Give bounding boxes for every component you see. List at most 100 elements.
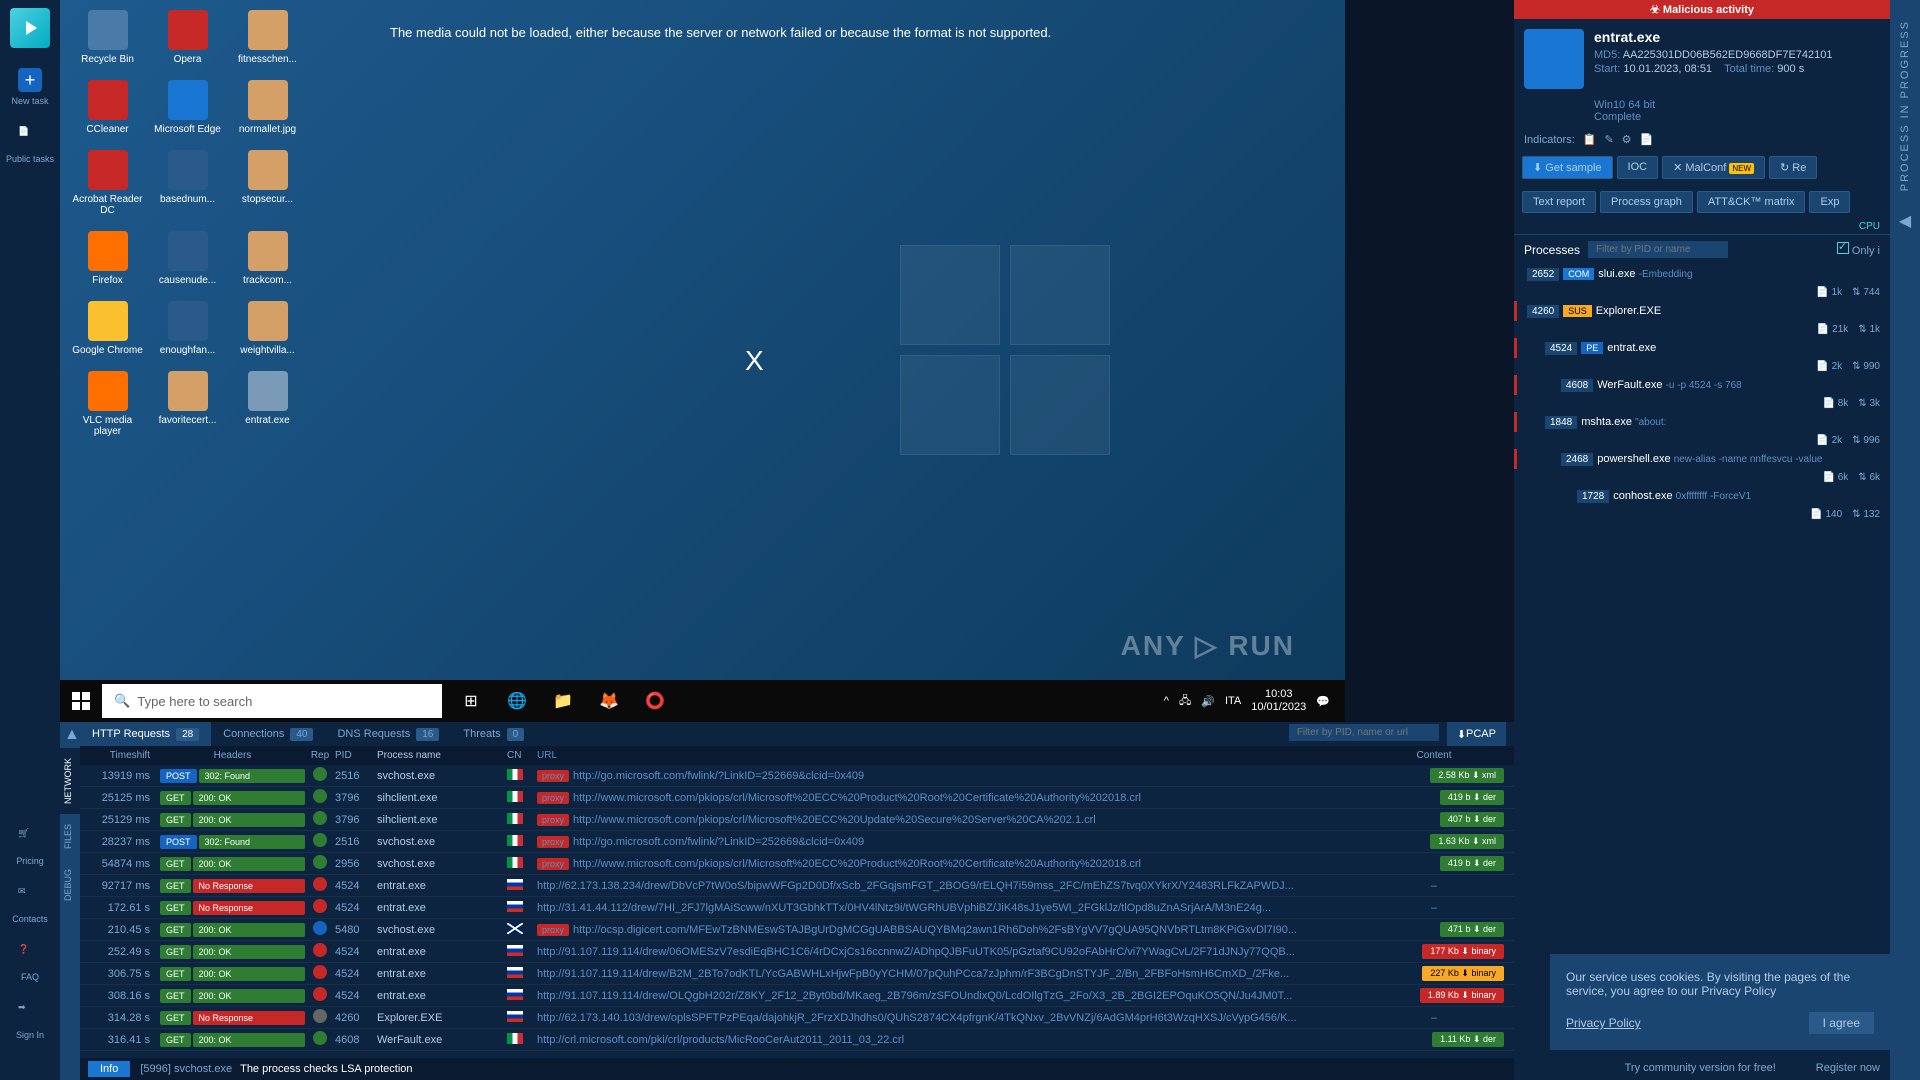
connections-tab[interactable]: Connections40: [211, 722, 325, 746]
text-report-button[interactable]: Text report: [1522, 191, 1596, 213]
process-filter-input[interactable]: [1588, 241, 1728, 258]
info-button[interactable]: Info: [88, 1061, 130, 1077]
process-node[interactable]: 4260SUSExplorer.EXE: [1514, 301, 1890, 321]
process-node[interactable]: 2652COMslui.exe -Embedding: [1514, 264, 1890, 284]
cookie-agree-button[interactable]: I agree: [1809, 1012, 1874, 1034]
close-overlay-button[interactable]: X: [745, 345, 764, 377]
files-side-tab[interactable]: FILES: [60, 814, 80, 859]
col-headers[interactable]: Headers: [214, 750, 252, 761]
col-url[interactable]: URL: [537, 750, 1364, 761]
http-request-row[interactable]: 54874 ms GET 200: OK 2956 svchost.exe pr…: [80, 853, 1514, 875]
start-button[interactable]: [60, 680, 102, 722]
privacy-policy-link[interactable]: Privacy Policy: [1566, 1016, 1641, 1030]
desktop-icon[interactable]: causenude...: [150, 231, 225, 286]
cell-headers: GET 200: OK: [160, 967, 305, 981]
desktop-icon[interactable]: favoritecert...: [150, 371, 225, 437]
tray-clock[interactable]: 10:03 10/01/2023: [1251, 688, 1306, 714]
register-link[interactable]: Register now: [1816, 1062, 1880, 1074]
tray-network-icon[interactable]: 🖧: [1179, 692, 1191, 711]
col-country[interactable]: CN: [507, 750, 537, 761]
http-request-row[interactable]: 28237 ms POST 302: Found 2516 svchost.ex…: [80, 831, 1514, 853]
desktop-icon[interactable]: stopsecur...: [230, 150, 305, 216]
tray-language[interactable]: ITA: [1225, 695, 1241, 707]
http-request-row[interactable]: 25129 ms GET 200: OK 3796 sihclient.exe …: [80, 809, 1514, 831]
process-node[interactable]: 4524PEentrat.exe: [1514, 338, 1890, 358]
desktop-icon[interactable]: Acrobat Reader DC: [70, 150, 145, 216]
desktop-icon[interactable]: CCleaner: [70, 80, 145, 135]
clock-time: 10:03: [1251, 688, 1306, 701]
dns-requests-tab[interactable]: DNS Requests16: [325, 722, 451, 746]
http-requests-tab[interactable]: HTTP Requests28: [80, 722, 211, 746]
restart-button[interactable]: ↻ Re: [1769, 156, 1817, 179]
collapse-up-icon[interactable]: ▲: [60, 722, 80, 748]
desktop-icon[interactable]: Recycle Bin: [70, 10, 145, 65]
http-request-row[interactable]: 92717 ms GET No Response 4524 entrat.exe…: [80, 875, 1514, 897]
firefox-icon[interactable]: 🦊: [590, 682, 628, 720]
process-node[interactable]: 2468powershell.exe new-alias -name nnffe…: [1514, 449, 1890, 469]
process-node[interactable]: 1728conhost.exe 0xffffffff -ForceV1: [1514, 486, 1890, 506]
try-community-link[interactable]: Try community version for free!: [1625, 1062, 1776, 1074]
col-timeshift[interactable]: Timeshift: [80, 750, 160, 761]
taskbar-search[interactable]: 🔍 Type here to search: [102, 684, 442, 718]
http-request-row[interactable]: 316.41 s GET 200: OK 4608 WerFault.exe h…: [80, 1029, 1514, 1051]
col-pid[interactable]: PID: [335, 750, 377, 761]
task-view-icon[interactable]: ⊞: [452, 682, 490, 720]
desktop-icon[interactable]: trackcom...: [230, 231, 305, 286]
indicator-icon[interactable]: ⚙: [1622, 133, 1632, 146]
desktop-icon[interactable]: Google Chrome: [70, 301, 145, 356]
app-logo[interactable]: [10, 8, 50, 48]
network-filter-input[interactable]: [1289, 724, 1439, 741]
attack-matrix-button[interactable]: ATT&CK™ matrix: [1697, 191, 1806, 213]
only-important-toggle[interactable]: Only i: [1837, 242, 1880, 257]
process-node[interactable]: 1848mshta.exe "about:Wjcj='ws</span>: [1514, 412, 1890, 432]
tray-volume-icon[interactable]: 🔊: [1201, 695, 1215, 708]
new-task-button[interactable]: + New task: [11, 68, 48, 106]
http-request-row[interactable]: 210.45 s GET 200: OK 5480 svchost.exe pr…: [80, 919, 1514, 941]
col-rep[interactable]: Rep: [305, 750, 335, 761]
http-request-row[interactable]: 172.61 s GET No Response 4524 entrat.exe…: [80, 897, 1514, 919]
desktop-icon[interactable]: Opera: [150, 10, 225, 65]
http-request-row[interactable]: 252.49 s GET 200: OK 4524 entrat.exe htt…: [80, 941, 1514, 963]
pcap-download-button[interactable]: ⬇ PCAP: [1447, 722, 1506, 746]
desktop-icon[interactable]: basednum...: [150, 150, 225, 216]
desktop-icon[interactable]: fitnesschen...: [230, 10, 305, 65]
export-button[interactable]: Exp: [1809, 191, 1850, 213]
desktop-icon[interactable]: Microsoft Edge: [150, 80, 225, 135]
http-request-row[interactable]: 25125 ms GET 200: OK 3796 sihclient.exe …: [80, 787, 1514, 809]
opera-icon[interactable]: ⭕: [636, 682, 674, 720]
http-request-row[interactable]: 308.16 s GET 200: OK 4524 entrat.exe htt…: [80, 985, 1514, 1007]
indicator-icon[interactable]: 📋: [1583, 133, 1597, 146]
desktop-icon[interactable]: entrat.exe: [230, 371, 305, 437]
sign-in-button[interactable]: ➡ Sign In: [16, 1002, 44, 1040]
malconf-button[interactable]: ✕ MalConfNEW: [1662, 156, 1765, 179]
process-graph-button[interactable]: Process graph: [1600, 191, 1693, 213]
http-request-row[interactable]: 306.75 s GET 200: OK 4524 entrat.exe htt…: [80, 963, 1514, 985]
pricing-button[interactable]: 🛒 Pricing: [16, 828, 44, 866]
contacts-button[interactable]: ✉ Contacts: [12, 886, 48, 924]
ioc-button[interactable]: IOC: [1617, 156, 1659, 179]
process-node[interactable]: 4608WerFault.exe -u -p 4524 -s 768: [1514, 375, 1890, 395]
http-request-row[interactable]: 314.28 s GET No Response 4260 Explorer.E…: [80, 1007, 1514, 1029]
desktop-icon[interactable]: Firefox: [70, 231, 145, 286]
edge-icon[interactable]: 🌐: [498, 682, 536, 720]
desktop-icon[interactable]: enoughfan...: [150, 301, 225, 356]
http-request-row[interactable]: 13919 ms POST 302: Found 2516 svchost.ex…: [80, 765, 1514, 787]
desktop-icon[interactable]: weightvilla...: [230, 301, 305, 356]
desktop-icon[interactable]: VLC media player: [70, 371, 145, 437]
threats-tab[interactable]: Threats0: [451, 722, 536, 746]
explorer-icon[interactable]: 📁: [544, 682, 582, 720]
col-process[interactable]: Process name: [377, 750, 507, 761]
debug-side-tab[interactable]: DEBUG: [60, 859, 80, 911]
tray-notifications-icon[interactable]: 💬: [1316, 695, 1330, 708]
indicator-icon[interactable]: ✎: [1604, 133, 1613, 146]
col-content[interactable]: Content: [1416, 750, 1451, 761]
collapse-arrow-icon[interactable]: ◀: [1899, 211, 1911, 231]
desktop-icon[interactable]: normallet.jpg: [230, 80, 305, 135]
public-tasks-button[interactable]: 📄 Public tasks: [6, 126, 54, 164]
cell-pid: 4524: [335, 968, 377, 980]
faq-button[interactable]: ❓ FAQ: [18, 944, 42, 982]
tray-chevron-icon[interactable]: ^: [1164, 695, 1169, 707]
get-sample-button[interactable]: ⬇ Get sample: [1522, 156, 1613, 179]
indicator-icon[interactable]: 📄: [1640, 133, 1654, 146]
network-side-tab[interactable]: NETWORK: [60, 748, 80, 814]
